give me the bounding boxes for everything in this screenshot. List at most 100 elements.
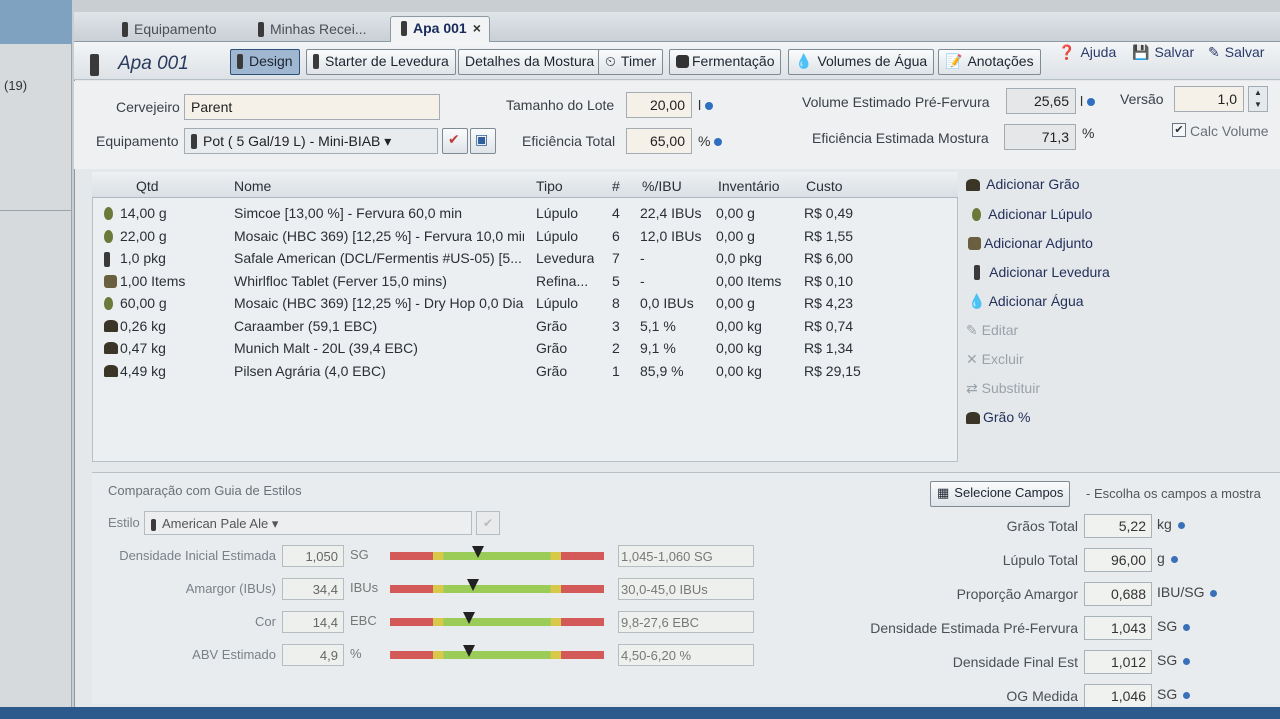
fermentacao-button[interactable]: Fermentação [669, 49, 782, 75]
metric-gauge [390, 585, 604, 593]
cell-inventario: 0,00 kg [716, 340, 762, 356]
yeast-icon [974, 265, 980, 280]
metric-range: 1,045-1,060 SG [618, 545, 754, 567]
versao-spinner[interactable]: ▲ ▼ [1248, 86, 1268, 112]
stat-label: Densidade Final Est [952, 654, 1078, 670]
col-custo[interactable]: Custo [806, 178, 843, 194]
check-edit-icon: ✔ [448, 131, 460, 147]
style-comparison-title: Comparação com Guia de Estilos [108, 483, 302, 498]
cell-qtd: 22,00 g [120, 227, 167, 244]
stat-value: 1,012 [1084, 650, 1152, 674]
salvar-como-button[interactable]: ✎ Salvar [1208, 44, 1264, 66]
save-equipment-button[interactable]: ▣ [470, 128, 496, 154]
stat-unit: SG [1157, 618, 1191, 634]
stat-unit: SG [1157, 652, 1191, 668]
cell-custo: R$ 0,49 [804, 205, 854, 221]
design-button[interactable]: Design [230, 49, 300, 75]
col-qtd[interactable]: Qtd [136, 178, 159, 194]
left-panel-divider [0, 210, 72, 211]
adicionar-lupulo-button[interactable]: Adicionar Lúpulo [972, 206, 1092, 222]
starter-levedura-button[interactable]: Starter de Levedura [306, 49, 456, 75]
metric-gauge [390, 651, 604, 659]
design-icon [237, 54, 243, 69]
metric-gauge [390, 552, 604, 560]
tab-apa-001[interactable]: Apa 001 × [390, 16, 490, 44]
swap-icon: ⇄ [966, 380, 978, 396]
eficiencia-total-input[interactable]: 65,00 [626, 128, 692, 154]
tamanho-lote-input[interactable]: 20,00 [626, 92, 692, 118]
excluir-button[interactable]: ✕ Excluir [966, 351, 1024, 368]
info-dot-icon [1170, 556, 1178, 563]
salvar-button[interactable]: 💾 Salvar [1132, 44, 1194, 66]
metric-unit: % [350, 646, 362, 661]
adicionar-grao-button[interactable]: Adicionar Grão [966, 176, 1080, 192]
grao-pct-button[interactable]: Grão % [966, 409, 1030, 425]
cell-tipo: Lúpulo [536, 295, 579, 311]
table-row[interactable]: 22,00 g Mosaic (HBC 369) [12,25 %] - Ferv… [96, 226, 956, 248]
metric-label: Cor [255, 614, 276, 629]
detalhes-mostura-button[interactable]: Detalhes da Mostura [458, 49, 602, 75]
cell-nome: Mosaic (HBC 369) [12,25 %] - Dry Hop 0,0… [234, 295, 524, 311]
equipamento-select[interactable]: Pot ( 5 Gal/19 L) - Mini-BIAB ▾ [184, 128, 438, 154]
adjunct-icon [968, 237, 981, 250]
info-dot-icon [1183, 692, 1191, 699]
calc-volume-checkbox[interactable]: ✔ [1172, 123, 1186, 137]
cell-qtd: 1,00 Items [120, 272, 186, 289]
stat-value: 5,22 [1084, 514, 1152, 538]
info-dot-icon [705, 102, 714, 110]
cell-custo: R$ 1,34 [804, 340, 854, 356]
save-icon: 💾 [1132, 44, 1150, 60]
table-row[interactable]: 0,26 kg Caraamber (59,1 EBC) Grão 3 5,1 % 0,0… [96, 316, 956, 338]
edit-equipment-button[interactable]: ✔ [442, 128, 468, 154]
adicionar-levedura-button[interactable]: Adicionar Levedura [974, 264, 1110, 280]
adicionar-agua-button[interactable]: 💧 Adicionar Água [968, 293, 1084, 310]
close-tab-icon[interactable]: × [473, 20, 481, 36]
table-row[interactable]: 1,00 Items Whirlfloc Tablet (Ferver 15,0 … [96, 271, 956, 293]
stat-unit: kg [1157, 516, 1185, 532]
col-nome[interactable]: Nome [234, 178, 271, 194]
table-row[interactable]: 14,00 g Simcoe [13,00 %] - Fervura 60,0 m… [96, 203, 956, 225]
versao-input[interactable]: 1,0 [1174, 86, 1244, 112]
ajuda-button[interactable]: ❓ Ajuda [1058, 44, 1116, 66]
table-row[interactable]: 0,47 kg Munich Malt - 20L (39,4 EBC) Grão 2… [96, 338, 956, 360]
selecione-campos-button[interactable]: ▦ Selecione Campos [930, 481, 1071, 507]
style-icon [151, 519, 156, 531]
estilo-edit-button[interactable]: ✔ [476, 511, 500, 535]
equipamento-label: Equipamento [96, 133, 179, 149]
volumes-agua-button[interactable]: 💧 Volumes de Água [788, 49, 935, 75]
cell-inventario: 0,0 pkg [716, 250, 762, 266]
check-edit-icon: ✔ [482, 516, 494, 530]
cell-qtd: 4,49 kg [120, 362, 166, 379]
notes-icon: 📝 [945, 53, 963, 69]
col-num[interactable]: # [612, 178, 620, 194]
col-tipo[interactable]: Tipo [536, 178, 563, 194]
editar-button[interactable]: ✎ Editar [966, 322, 1018, 339]
left-panel-count: (19) [4, 78, 28, 93]
stat-value: 1,046 [1084, 684, 1152, 708]
substituir-button[interactable]: ⇄ Substituir [966, 380, 1040, 397]
gauge-marker-icon [467, 579, 480, 591]
table-row[interactable]: 60,00 g Mosaic (HBC 369) [12,25 %] - Dry … [96, 293, 956, 315]
hop-icon [104, 207, 113, 220]
anotacoes-button[interactable]: 📝 Anotações [938, 49, 1041, 75]
tab-equipamento[interactable]: Equipamento [112, 18, 225, 44]
volume-pre-fervura-label: Volume Estimado Pré-Fervura [802, 94, 990, 110]
metric-value: 14,4 [282, 611, 344, 633]
recipe-icon [258, 22, 264, 37]
timer-button[interactable]: ⏲ Timer [598, 49, 664, 75]
table-row[interactable]: 1,0 pkg Safale American (DCL/Fermentis #U… [96, 248, 956, 270]
col-ibu[interactable]: %/IBU [642, 178, 682, 194]
stat-unit-text: SG [1157, 618, 1178, 634]
table-row[interactable]: 4,49 kg Pilsen Agrária (4,0 EBC) Grão 1 85,9… [96, 361, 956, 383]
tab-minhas-receitas[interactable]: Minhas Recei... [248, 18, 374, 44]
recipe-title: Apa 001 [118, 53, 189, 74]
adicionar-adjunto-button[interactable]: Adicionar Adjunto [968, 235, 1093, 251]
hop-icon [972, 208, 981, 221]
col-inventario[interactable]: Inventário [718, 178, 779, 194]
cervejeiro-input[interactable]: Parent [184, 94, 440, 120]
tamanho-lote-unit: l [698, 97, 714, 113]
hop-icon [104, 229, 113, 243]
select-fields-icon: ▦ [937, 485, 950, 500]
estilo-select[interactable]: American Pale Ale ▾ [144, 511, 472, 535]
cell-custo: R$ 0,10 [804, 272, 854, 289]
